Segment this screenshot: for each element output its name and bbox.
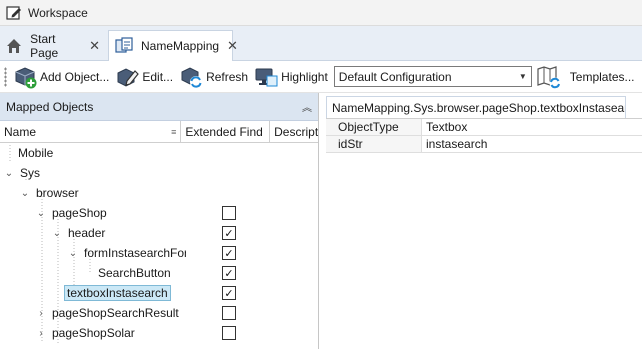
mapped-objects-panel: Mapped Objects ︽ Name ≡ Extended Find De…	[0, 93, 319, 349]
close-icon[interactable]: ✕	[227, 38, 238, 54]
toolbar: Add Object... Edit... Refresh Highlight …	[0, 61, 642, 93]
tree-item-header[interactable]: ⌄ header ✓	[0, 223, 318, 243]
toolbar-grip[interactable]	[4, 66, 7, 87]
column-label: Descript	[274, 124, 318, 139]
edit-icon	[117, 67, 140, 87]
extended-find-checkbox[interactable]: ✓	[222, 226, 236, 240]
column-label: Name	[4, 124, 37, 139]
panel-title: Mapped Objects	[6, 99, 94, 114]
extended-find-checkbox[interactable]: ✓	[222, 286, 236, 300]
highlight-label: Highlight	[281, 69, 328, 84]
tree-item-textboxinstasearch[interactable]: textboxInstasearch ✓	[0, 283, 318, 303]
add-object-icon	[15, 66, 37, 88]
expander-icon[interactable]: ⌄	[68, 248, 78, 259]
tree-item-label: browser	[36, 186, 79, 200]
edit-label: Edit...	[142, 69, 174, 84]
tree-item-sys[interactable]: ⌄ Sys	[0, 163, 318, 183]
window-title: Workspace	[28, 5, 88, 20]
expander-icon[interactable]: ⌄	[52, 228, 62, 239]
tree-item-label: pageShopSearchResult	[52, 306, 179, 320]
refresh-button[interactable]: Refresh	[179, 63, 248, 91]
tab-start-page[interactable]: Start Page ✕	[0, 30, 106, 61]
expander-icon[interactable]: ›	[36, 308, 46, 319]
tree-column-headers: Name ≡ Extended Find Descript	[0, 121, 318, 143]
tab-namemapping[interactable]: NameMapping ✕	[108, 30, 238, 62]
add-object-label: Add Object...	[40, 69, 110, 84]
home-icon	[6, 37, 22, 55]
expander-icon[interactable]: ›	[36, 328, 46, 339]
extended-find-checkbox[interactable]	[222, 306, 236, 320]
expander-icon[interactable]: ⌄	[4, 168, 14, 179]
tree-item-pageshopsolar[interactable]: › pageShopSolar	[0, 323, 318, 343]
close-icon[interactable]: ✕	[89, 38, 100, 54]
highlight-button[interactable]: Highlight	[254, 63, 328, 91]
tree-item-label: SearchButton	[98, 266, 171, 280]
tab-label: NameMapping	[141, 39, 220, 53]
tree-item-label: Sys	[20, 166, 41, 180]
tree-item-pageshop[interactable]: ⌄ pageShop	[0, 203, 318, 223]
extended-find-checkbox[interactable]: ✓	[222, 246, 236, 260]
property-value[interactable]: instasearch	[422, 136, 642, 152]
column-header-description[interactable]: Descript	[270, 121, 318, 142]
tree-item-label: formInstasearchForm	[84, 246, 186, 260]
tree-item-forminstasearchform[interactable]: ⌄ formInstasearchForm ✓	[0, 243, 318, 263]
property-row[interactable]: idStr instasearch	[326, 136, 642, 153]
collapse-panel-icon[interactable]: ︽	[302, 99, 312, 114]
chevron-down-icon: ▼	[518, 72, 527, 81]
column-header-name[interactable]: Name ≡	[0, 121, 182, 142]
configuration-select[interactable]: Default Configuration ▼	[333, 66, 532, 87]
templates-button[interactable]: Templates...	[570, 63, 635, 91]
refresh-label: Refresh	[206, 69, 249, 84]
extended-find-checkbox[interactable]: ✓	[222, 266, 236, 280]
edit-button[interactable]: Edit...	[115, 63, 173, 91]
expander-icon[interactable]: ⌄	[36, 208, 46, 219]
map-refresh-icon[interactable]	[536, 64, 562, 90]
tree-item-mobile[interactable]: Mobile	[0, 143, 318, 163]
extended-find-checkbox[interactable]	[222, 326, 236, 340]
configuration-value: Default Configuration	[338, 69, 452, 84]
title-bar: Workspace	[0, 0, 642, 26]
refresh-icon	[181, 66, 203, 88]
column-label: Extended Find	[185, 124, 263, 139]
add-object-button[interactable]: Add Object...	[13, 63, 109, 91]
object-path-tab[interactable]: NameMapping.Sys.browser.pageShop.textbox…	[326, 96, 626, 118]
column-filter-icon: ≡	[171, 126, 177, 137]
object-properties-panel: NameMapping.Sys.browser.pageShop.textbox…	[320, 93, 642, 349]
mapped-objects-header: Mapped Objects ︽	[0, 93, 318, 121]
document-tab-bar: Start Page ✕ NameMapping ✕	[0, 26, 642, 62]
mapped-objects-tree: Mobile ⌄ Sys ⌄ browser ⌄ pageShop ⌄ header ✓…	[0, 143, 318, 343]
tree-item-label: pageShopSolar	[52, 326, 135, 340]
tree-item-browser[interactable]: ⌄ browser	[0, 183, 318, 203]
object-path: NameMapping.Sys.browser.pageShop.textbox…	[332, 100, 626, 115]
namemapping-icon	[115, 37, 133, 55]
templates-label: Templates...	[569, 69, 635, 84]
property-key: idStr	[326, 136, 422, 152]
column-header-extended-find[interactable]: Extended Find	[181, 121, 271, 142]
tree-item-label: pageShop	[52, 206, 107, 220]
tree-item-label: Mobile	[18, 146, 54, 160]
highlight-monitor-icon	[255, 68, 278, 86]
expander-icon[interactable]: ⌄	[20, 188, 30, 199]
property-row[interactable]: ObjectType Textbox	[326, 119, 642, 136]
tree-item-label: textboxInstasearch	[64, 285, 171, 301]
extended-find-checkbox[interactable]	[222, 206, 236, 220]
properties-grid: ObjectType Textbox idStr instasearch	[326, 118, 642, 153]
tree-item-pageshopsearchresult[interactable]: › pageShopSearchResult	[0, 303, 318, 323]
tree-item-searchbutton[interactable]: SearchButton ✓	[0, 263, 318, 283]
property-value[interactable]: Textbox	[422, 119, 642, 135]
property-key: ObjectType	[326, 119, 422, 135]
workspace-edit-icon	[6, 5, 21, 20]
tab-label: Start Page	[30, 31, 59, 60]
tree-item-label: header	[68, 226, 106, 240]
